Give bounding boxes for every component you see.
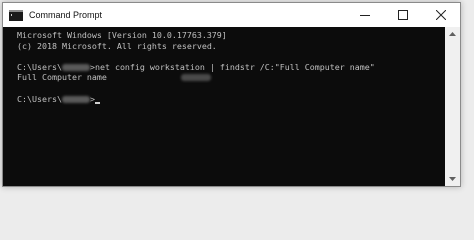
console-line-copyright: (c) 2018 Microsoft. All rights reserved.: [17, 40, 217, 51]
console-output[interactable]: Microsoft Windows [Version 10.0.17763.37…: [3, 27, 445, 186]
prompt-path: C:\Users\: [17, 93, 62, 104]
window-title: Command Prompt: [29, 10, 103, 20]
console-icon: [9, 9, 23, 21]
console-line-command: C:\Users\ >net config workstation | find…: [17, 62, 445, 73]
maximize-icon: [398, 10, 408, 20]
minimize-icon: [360, 15, 370, 16]
close-button[interactable]: [422, 3, 460, 27]
redacted-username: [61, 63, 90, 71]
redacted-username: [61, 95, 90, 103]
chevron-up-icon: [449, 32, 456, 36]
result-label: Full Computer name: [17, 72, 107, 83]
console-line-result: Full Computer name: [17, 72, 445, 83]
text-cursor: [94, 101, 100, 104]
maximize-button[interactable]: [384, 3, 422, 27]
chevron-down-icon: [449, 177, 456, 181]
scroll-up-button[interactable]: [445, 27, 460, 41]
scroll-down-button[interactable]: [445, 172, 460, 186]
vertical-scrollbar[interactable]: [445, 27, 460, 186]
command-text: >net config workstation | findstr /C:"Fu…: [89, 61, 375, 72]
console-line-version: Microsoft Windows [Version 10.0.17763.37…: [17, 30, 227, 40]
window-controls: [346, 3, 460, 27]
prompt-path: C:\Users\: [17, 61, 62, 72]
title-bar[interactable]: Command Prompt: [3, 3, 460, 27]
close-icon: [436, 10, 446, 20]
console-line-prompt: C:\Users\ >: [17, 94, 445, 105]
redacted-computer-name: [180, 74, 211, 82]
minimize-button[interactable]: [346, 3, 384, 27]
command-prompt-window: Command Prompt Microsoft Windows [Versio…: [2, 2, 461, 187]
